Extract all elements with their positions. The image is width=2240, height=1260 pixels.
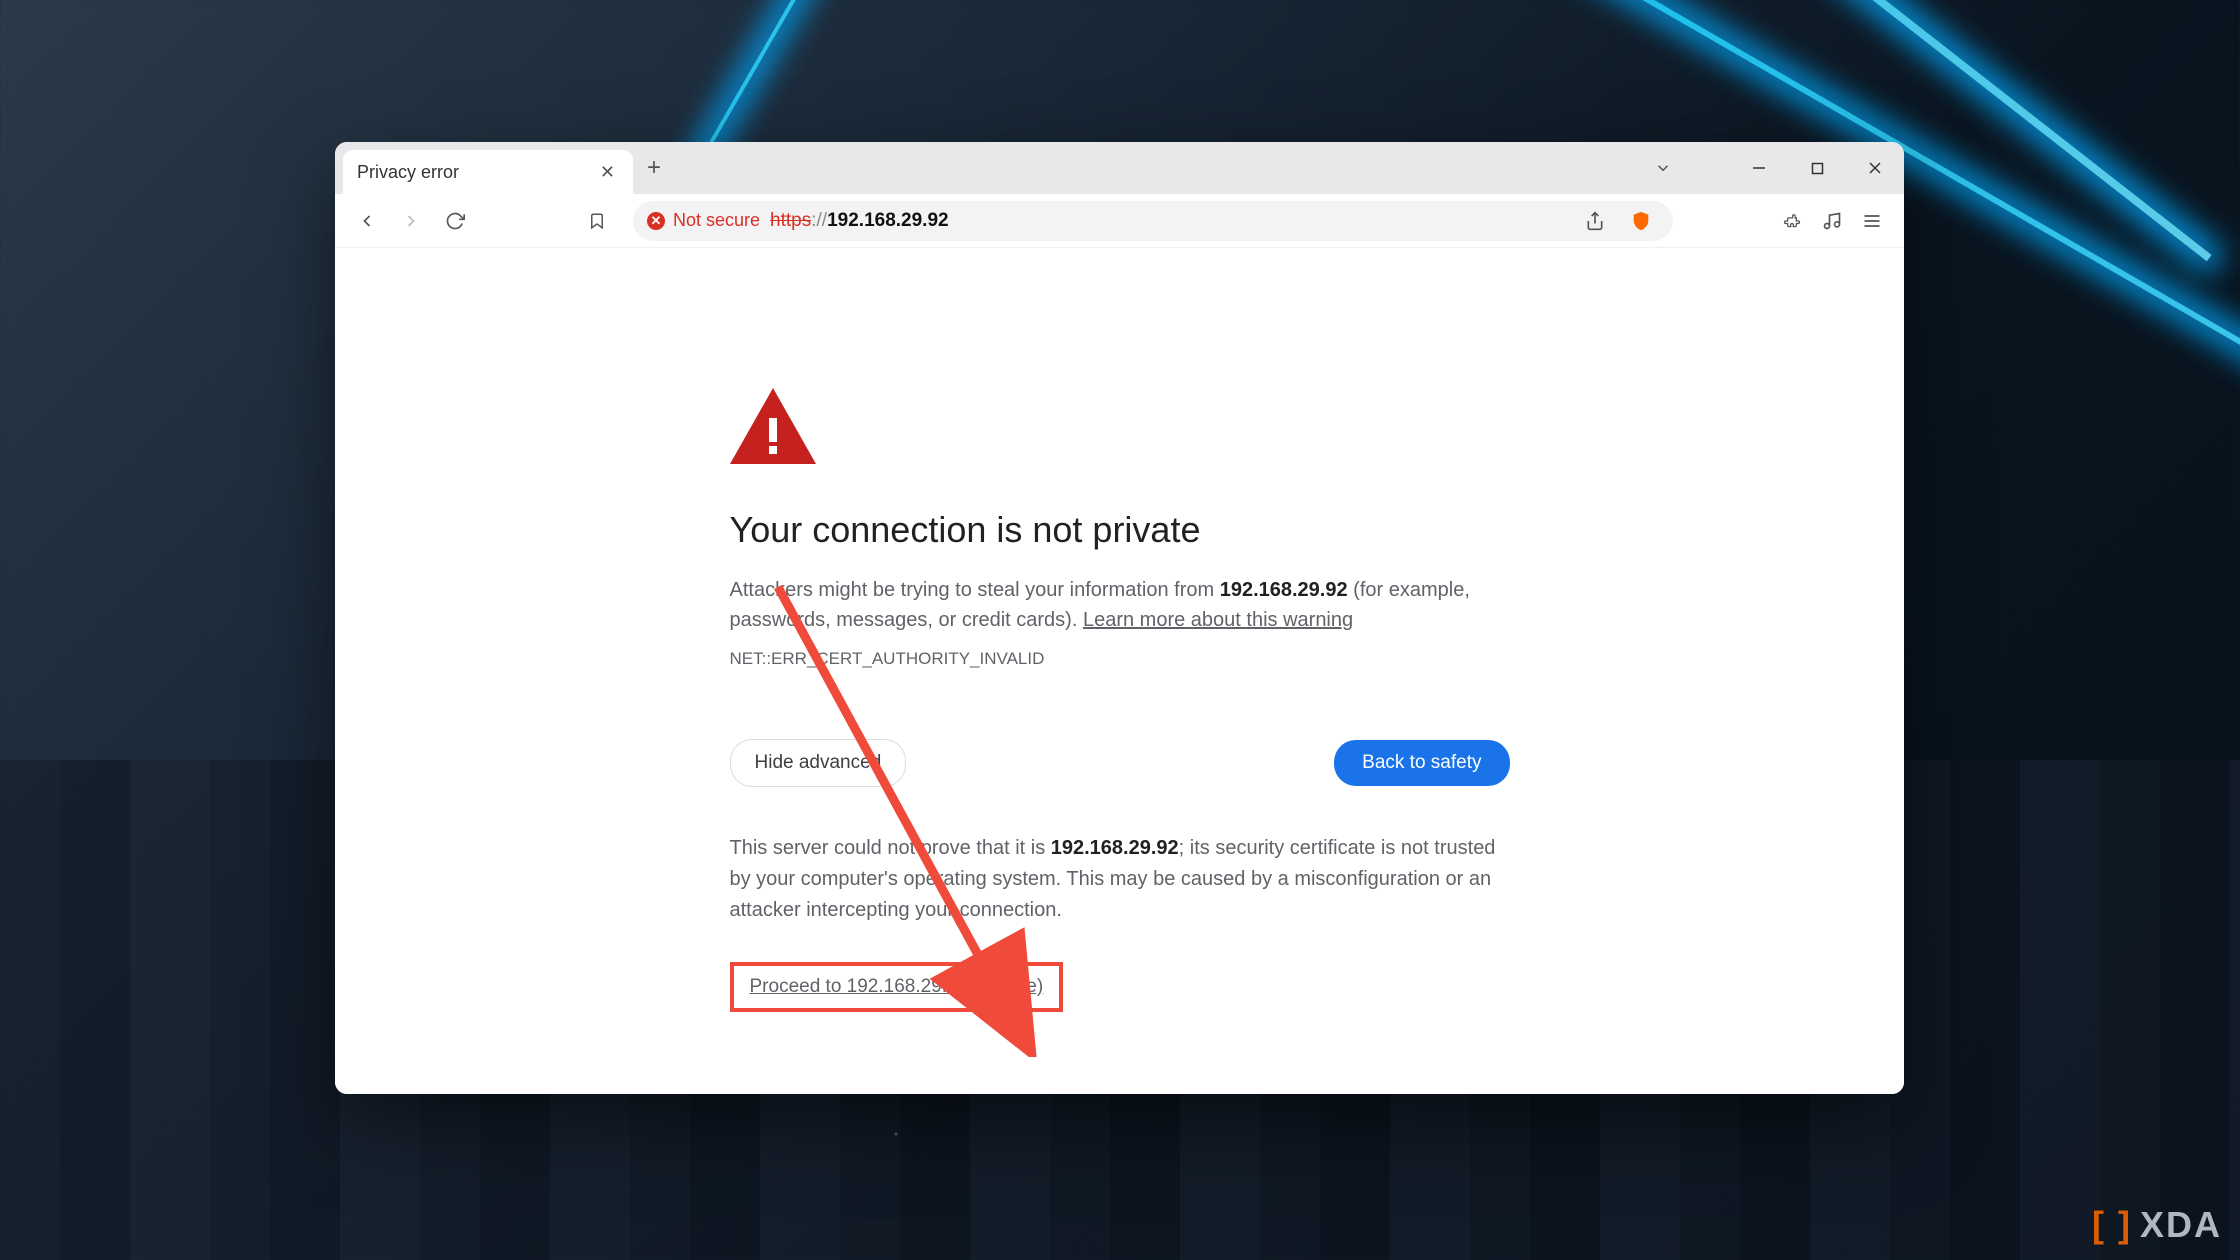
error-heading: Your connection is not private [730, 509, 1510, 551]
forward-button[interactable] [393, 203, 429, 239]
security-indicator[interactable]: ✕ Not secure [647, 210, 760, 231]
menu-icon[interactable] [1854, 203, 1890, 239]
page-content: Your connection is not private Attackers… [335, 248, 1904, 1094]
security-label: Not secure [673, 210, 760, 231]
close-tab-icon[interactable]: ✕ [596, 158, 619, 187]
new-tab-button[interactable]: + [633, 144, 675, 192]
share-icon[interactable] [1577, 203, 1613, 239]
url-separator: :// [811, 210, 827, 231]
browser-tab[interactable]: Privacy error ✕ [343, 150, 633, 194]
advanced-explanation: This server could not prove that it is 1… [730, 833, 1510, 926]
error-description: Attackers might be trying to steal your … [730, 575, 1510, 635]
xda-watermark: [ ] XDA [2092, 1204, 2222, 1246]
tab-title: Privacy error [357, 162, 459, 183]
url-scheme: https [770, 210, 811, 231]
proceed-highlight-box: Proceed to 192.168.29.92 (unsafe) [730, 962, 1064, 1012]
adv-host: 192.168.29.92 [1051, 837, 1179, 859]
warning-triangle-icon [730, 388, 1510, 469]
not-secure-icon: ✕ [647, 212, 665, 230]
minimize-button[interactable] [1730, 142, 1788, 194]
hide-advanced-button[interactable]: Hide advanced [730, 739, 907, 787]
extensions-icon[interactable] [1774, 203, 1810, 239]
window-controls [1730, 142, 1904, 194]
tab-search-button[interactable] [1654, 142, 1672, 194]
browser-window: Privacy error ✕ + [335, 142, 1904, 1094]
error-code: NET::ERR_CERT_AUTHORITY_INVALID [730, 649, 1510, 669]
tab-strip: Privacy error ✕ + [335, 142, 1904, 194]
back-button[interactable] [349, 203, 385, 239]
close-window-button[interactable] [1846, 142, 1904, 194]
maximize-button[interactable] [1788, 142, 1846, 194]
address-bar[interactable]: ✕ Not secure https://192.168.29.92 [633, 201, 1673, 241]
url-text: https://192.168.29.92 [770, 210, 949, 232]
proceed-unsafe-link[interactable]: Proceed to 192.168.29.92 (unsafe) [750, 976, 1044, 997]
xda-text: XDA [2140, 1204, 2222, 1246]
xda-logo-icon: [ ] [2092, 1204, 2132, 1246]
url-host: 192.168.29.92 [827, 210, 949, 231]
learn-more-link[interactable]: Learn more about this warning [1083, 609, 1353, 631]
adv-text: This server could not prove that it is [730, 837, 1051, 859]
error-host: 192.168.29.92 [1220, 579, 1348, 601]
error-text: Attackers might be trying to steal your … [730, 579, 1220, 601]
bookmark-button[interactable] [579, 203, 615, 239]
brave-shields-icon[interactable] [1623, 203, 1659, 239]
music-icon[interactable] [1814, 203, 1850, 239]
reload-button[interactable] [437, 203, 473, 239]
back-to-safety-button[interactable]: Back to safety [1334, 740, 1509, 786]
toolbar: ✕ Not secure https://192.168.29.92 [335, 194, 1904, 248]
button-row: Hide advanced Back to safety [730, 739, 1510, 787]
